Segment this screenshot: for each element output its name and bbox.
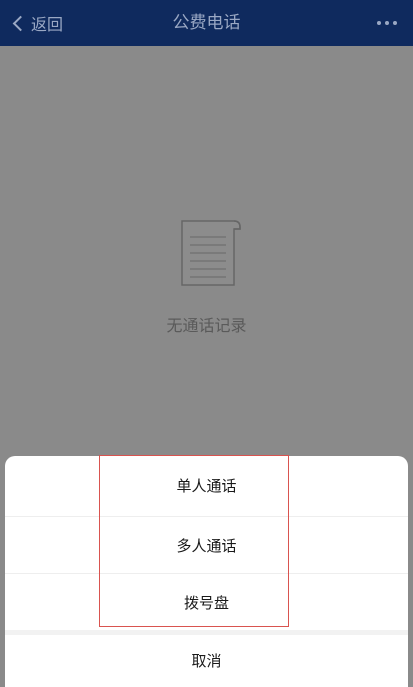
more-dots-icon (385, 21, 389, 25)
cancel-button[interactable]: 取消 (5, 636, 408, 687)
more-button[interactable] (377, 0, 397, 46)
single-call-option[interactable]: 单人通话 (5, 457, 408, 515)
navigation-bar: 返回 公费电话 (0, 0, 413, 46)
page-title: 公费电话 (172, 13, 241, 33)
sheet-divider (5, 630, 408, 635)
dial-pad-option[interactable]: 拨号盘 (5, 573, 408, 631)
empty-state-text: 无通话记录 (166, 316, 247, 335)
more-dots-icon (377, 21, 381, 25)
group-call-option[interactable]: 多人通话 (5, 516, 408, 574)
action-sheet: 单人通话 多人通话 拨号盘 取消 (5, 456, 408, 687)
screen: 返回 公费电话 无通话记录 单人通话 多人通话 拨号盘 取消 (0, 0, 413, 687)
document-icon (181, 220, 241, 286)
more-dots-icon (393, 21, 397, 25)
